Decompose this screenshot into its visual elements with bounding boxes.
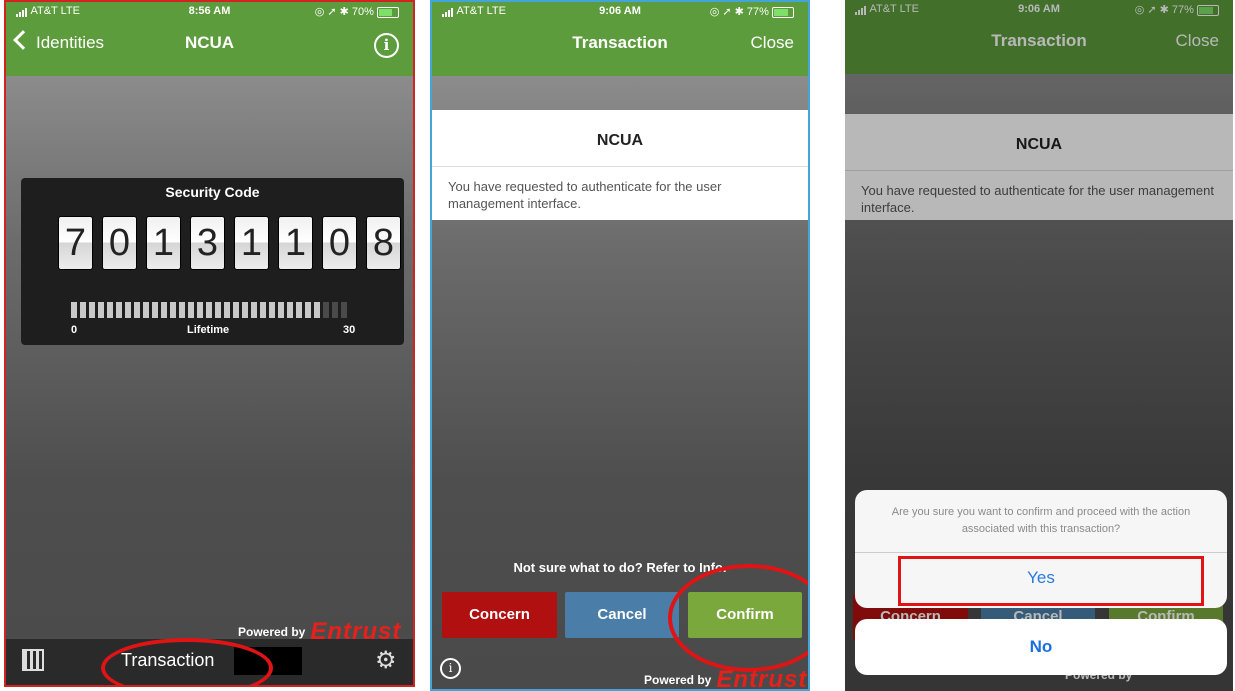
- no-button[interactable]: No: [855, 619, 1227, 675]
- lifetime-min: 0: [71, 324, 78, 336]
- entrust-logo: Entrust: [716, 666, 808, 691]
- concern-button[interactable]: Concern: [442, 592, 557, 638]
- code-digit: 1: [146, 216, 181, 270]
- lifetime-tick: [242, 302, 248, 318]
- lifetime-progress-bar: [71, 302, 350, 318]
- nav-bar: Transaction Close: [432, 20, 808, 76]
- lifetime-tick: [80, 302, 86, 318]
- phone-transaction-screen: AT&T LTE 9:06 AM ◎ ➚ ✱ 77% Transaction C…: [430, 0, 810, 691]
- status-bar: AT&T LTE 8:56 AM ◎ ➚ ✱ 70%: [6, 2, 413, 20]
- security-code-digits: 7 0 1 3 1 1 0 8: [58, 216, 410, 270]
- lifetime-tick: [314, 302, 320, 318]
- lifetime-tick: [161, 302, 167, 318]
- lifetime-tick: [305, 302, 311, 318]
- lifetime-tick: [188, 302, 194, 318]
- lifetime-tick: [269, 302, 275, 318]
- lifetime-tick: [251, 302, 257, 318]
- lifetime-tick: [287, 302, 293, 318]
- code-digit: 7: [58, 216, 93, 270]
- security-code-label: Security Code: [165, 184, 260, 200]
- info-icon[interactable]: i: [440, 658, 461, 679]
- code-digit: 8: [366, 216, 401, 270]
- lifetime-tick: [296, 302, 302, 318]
- battery-percent: 70%: [351, 6, 374, 18]
- code-digit: 0: [322, 216, 357, 270]
- lifetime-tick: [71, 302, 77, 318]
- code-digit: 1: [234, 216, 269, 270]
- dialog-question: Are you sure you want to confirm and pro…: [891, 506, 1191, 535]
- lifetime-tick: [107, 302, 113, 318]
- lifetime-tick: [215, 302, 221, 318]
- lifetime-max: 30: [343, 324, 356, 336]
- highlight-box: [898, 556, 1204, 606]
- battery-icon: [772, 6, 794, 18]
- lifetime-tick: [278, 302, 284, 318]
- lifetime-tick: [260, 302, 266, 318]
- lifetime-tick: [89, 302, 95, 318]
- lifetime-tick: [323, 302, 329, 318]
- status-right: ◎ ➚ ✱ 77%: [710, 5, 794, 18]
- lifetime-tick: [179, 302, 185, 318]
- cancel-button[interactable]: Cancel: [565, 592, 679, 638]
- lifetime-label: Lifetime: [187, 324, 230, 336]
- lifetime-tick: [224, 302, 230, 318]
- lifetime-tick: [125, 302, 131, 318]
- security-code-panel: Security Code 7 0 1 3 1 1 0 8 0 Lifetime…: [21, 178, 404, 345]
- card-message: You have requested to authenticate for t…: [448, 179, 722, 211]
- battery-percent: 77%: [746, 6, 769, 18]
- nav-title: NCUA: [184, 33, 235, 52]
- divider: [432, 166, 808, 167]
- phone-security-code-screen: AT&T LTE 8:56 AM ◎ ➚ ✱ 70% Identities NC…: [4, 0, 415, 687]
- lifetime-tick: [152, 302, 158, 318]
- lifetime-tick: [143, 302, 149, 318]
- qr-code-icon[interactable]: [22, 649, 44, 671]
- lifetime-tick: [341, 302, 347, 318]
- transaction-card: NCUA You have requested to authenticate …: [432, 110, 808, 220]
- battery-icon: [377, 6, 399, 18]
- lifetime-tick: [233, 302, 239, 318]
- lifetime-tick: [332, 302, 338, 318]
- info-icon: i: [374, 33, 399, 58]
- close-button[interactable]: Close: [751, 33, 794, 53]
- powered-by-label: Powered by: [238, 625, 306, 639]
- lifetime-tick: [134, 302, 140, 318]
- powered-by-label: Powered by: [644, 673, 712, 687]
- gear-icon[interactable]: ⚙: [375, 649, 399, 673]
- card-title: NCUA: [596, 132, 644, 149]
- code-digit: 3: [190, 216, 225, 270]
- powered-by: Powered by Entrust: [644, 666, 808, 691]
- status-bar: AT&T LTE 9:06 AM ◎ ➚ ✱ 77%: [432, 2, 808, 20]
- location-icon: ◎ ➚ ✱: [709, 6, 747, 18]
- lifetime-tick: [98, 302, 104, 318]
- code-digit: 0: [102, 216, 137, 270]
- location-icon: ◎ ➚ ✱: [314, 6, 352, 18]
- info-button[interactable]: i: [374, 33, 399, 58]
- phone-confirm-dialog-screen: AT&T LTE 9:06 AM ◎ ➚ ✱ 77% Transaction C…: [845, 0, 1233, 691]
- nav-bar: Identities NCUA i: [6, 20, 413, 76]
- lifetime-tick: [116, 302, 122, 318]
- lifetime-tick: [206, 302, 212, 318]
- code-digit: 1: [278, 216, 313, 270]
- status-right: ◎ ➚ ✱ 70%: [315, 5, 399, 18]
- lifetime-tick: [197, 302, 203, 318]
- lifetime-tick: [170, 302, 176, 318]
